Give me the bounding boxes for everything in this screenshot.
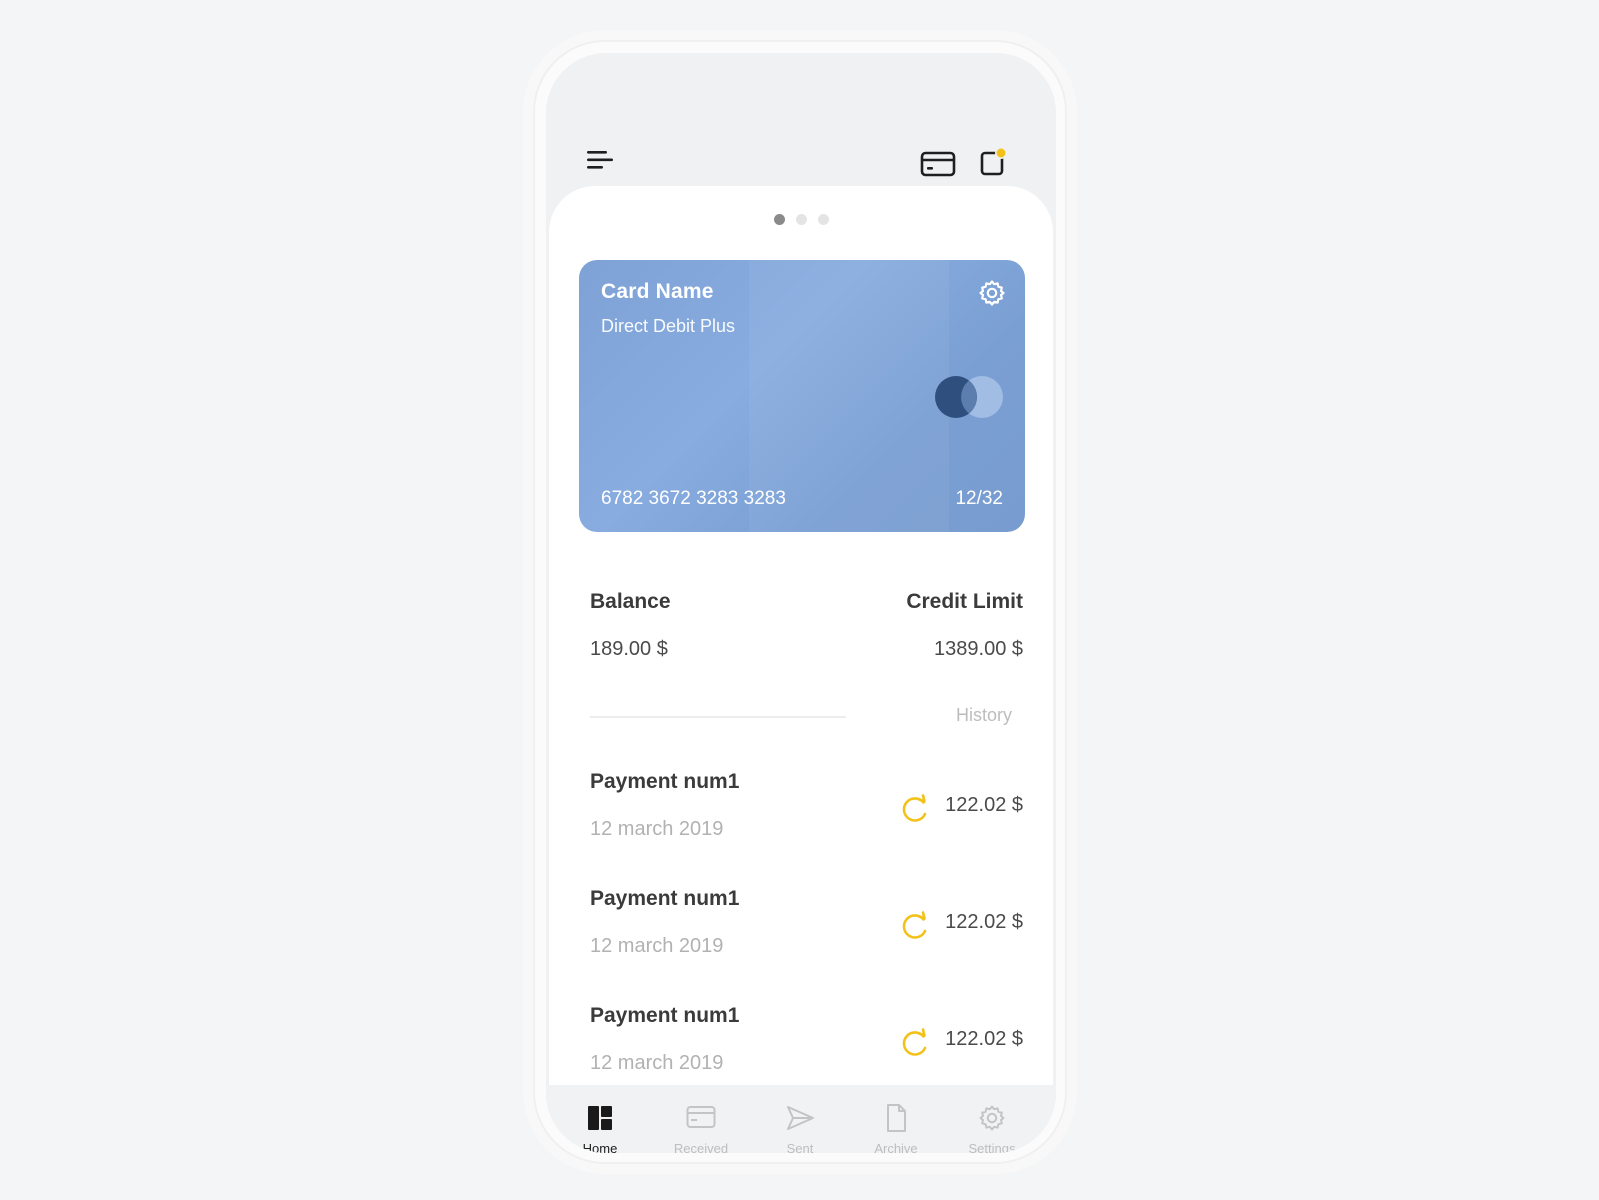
card-icon — [686, 1106, 716, 1128]
pager-dot[interactable] — [795, 214, 807, 225]
payment-row[interactable]: Payment num1 12 march 2019 122.02 $ — [549, 873, 1053, 990]
card-brand-logo-icon — [935, 376, 1003, 418]
tab-sent[interactable]: Sent — [760, 1103, 840, 1153]
bottom-tab-bar: Home Received Sent Archive Settings — [546, 1085, 1056, 1153]
tab-home[interactable]: Home — [560, 1103, 640, 1153]
tab-label: Sent — [786, 1141, 814, 1153]
tab-label: Home — [582, 1141, 618, 1153]
menu-icon[interactable] — [587, 149, 615, 171]
section-divider — [590, 716, 846, 718]
payment-list: Payment num1 12 march 2019 122.02 $ Paym… — [549, 756, 1053, 1107]
gear-icon — [979, 1105, 1005, 1131]
credit-limit-value: 1389.00 $ — [934, 638, 1023, 660]
payment-date: 12 march 2019 — [590, 818, 724, 840]
card-expiry: 12/32 — [955, 488, 1003, 509]
payment-amount: 122.02 $ — [945, 911, 1023, 933]
dashboard-icon — [588, 1106, 612, 1130]
payment-title: Payment num1 — [590, 1004, 740, 1027]
payment-title: Payment num1 — [590, 887, 740, 910]
credit-limit-label: Credit Limit — [906, 590, 1023, 613]
tab-settings[interactable]: Settings — [952, 1103, 1032, 1153]
content-sheet: Card Name Direct Debit Plus 6782 3672 32… — [549, 186, 1053, 1086]
tab-received[interactable]: Received — [661, 1103, 741, 1153]
balance-value: 189.00 $ — [590, 638, 668, 660]
payment-amount: 122.02 $ — [945, 794, 1023, 816]
card-settings-gear-icon[interactable] — [977, 278, 1007, 308]
paper-plane-icon — [787, 1106, 814, 1130]
pending-refresh-icon — [902, 794, 927, 822]
payment-date: 12 march 2019 — [590, 1052, 724, 1074]
payment-amount: 122.02 $ — [945, 1028, 1023, 1050]
balance-label: Balance — [590, 590, 671, 613]
tab-label: Received — [673, 1141, 729, 1153]
phone-frame: Card Name Direct Debit Plus 6782 3672 32… — [533, 40, 1067, 1164]
notification-icon[interactable] — [979, 147, 1009, 177]
history-link[interactable]: History — [956, 705, 1012, 726]
pending-refresh-icon — [902, 911, 927, 939]
tab-archive[interactable]: Archive — [856, 1103, 936, 1153]
card-name-label: Card Name — [601, 280, 714, 303]
credit-card[interactable]: Card Name Direct Debit Plus 6782 3672 32… — [579, 260, 1025, 532]
payment-title: Payment num1 — [590, 770, 740, 793]
app-screen: Card Name Direct Debit Plus 6782 3672 32… — [546, 53, 1056, 1153]
pending-refresh-icon — [902, 1028, 927, 1056]
tab-label: Archive — [874, 1141, 918, 1153]
document-icon — [887, 1104, 906, 1132]
pager-dot[interactable] — [817, 214, 829, 225]
cards-icon[interactable] — [920, 149, 956, 179]
card-number: 6782 3672 3283 3283 — [601, 488, 786, 509]
payment-date: 12 march 2019 — [590, 935, 724, 957]
card-type: Direct Debit Plus — [601, 316, 736, 336]
card-pager[interactable] — [549, 214, 1053, 225]
tab-label: Settings — [968, 1141, 1016, 1153]
payment-row[interactable]: Payment num1 12 march 2019 122.02 $ — [549, 756, 1053, 873]
pager-dot[interactable] — [773, 214, 785, 225]
